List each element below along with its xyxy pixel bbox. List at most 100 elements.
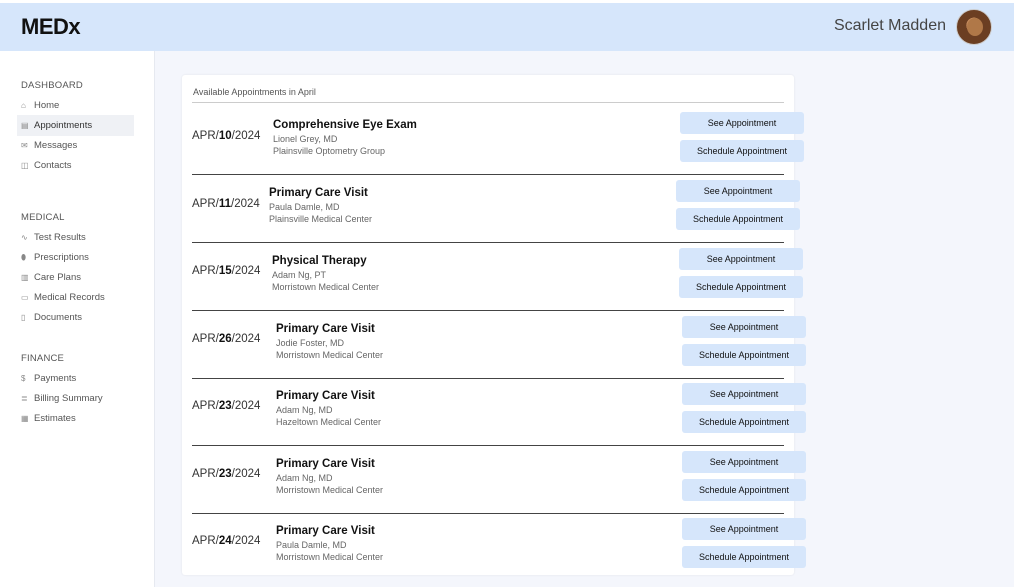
sidebar-item-test-results[interactable]: ∿ Test Results <box>17 227 134 248</box>
appointment-info: Primary Care Visit Jodie Foster, MD Morris… <box>276 323 383 361</box>
sidebar-item-messages[interactable]: ✉ Messages <box>17 135 134 156</box>
date-month: APR/ <box>192 400 219 412</box>
date-month: APR/ <box>192 265 219 277</box>
appointment-info: Comprehensive Eye Exam Lionel Grey, MD Pla… <box>273 119 417 157</box>
sidebar-item-prescriptions[interactable]: ⬮ Prescriptions <box>17 247 134 268</box>
see-appointment-button[interactable]: See Appointment <box>680 112 804 134</box>
date-year: /2024 <box>231 535 261 547</box>
row-divider <box>192 310 784 311</box>
date-year: /2024 <box>231 468 261 480</box>
appointment-info: Physical Therapy Adam Ng, PT Morristown Me… <box>272 255 379 293</box>
sidebar-item-documents[interactable]: ▯ Documents <box>17 307 134 328</box>
appointment-doctor: Jodie Foster, MD <box>276 338 345 348</box>
pill-icon: ⬮ <box>21 252 27 262</box>
date-day: 23 <box>218 468 232 480</box>
sidebar-item-home[interactable]: ⌂ Home <box>17 95 134 116</box>
sidebar-item-payments[interactable]: $ Payments <box>17 368 134 389</box>
sidebar-item-label: Payments <box>34 373 77 384</box>
row-divider <box>192 445 784 446</box>
sidebar-section-finance: FINANCE <box>21 353 65 364</box>
appointment-title: Comprehensive Eye Exam <box>273 119 417 131</box>
schedule-appointment-button[interactable]: Schedule Appointment <box>676 208 800 230</box>
sidebar-item-label: Documents <box>34 312 83 323</box>
appointment-location: Hazeltown Medical Center <box>276 417 382 427</box>
see-appointment-button[interactable]: See Appointment <box>679 248 803 270</box>
sidebar-item-label: Care Plans <box>34 272 81 283</box>
date-month: APR/ <box>192 333 219 345</box>
row-divider <box>192 378 784 379</box>
home-icon: ⌂ <box>21 101 26 110</box>
see-appointment-button[interactable]: See Appointment <box>682 518 806 540</box>
appointment-info: Primary Care Visit Paula Damle, MD Plainsv… <box>269 187 372 225</box>
appointment-location: Morristown Medical Center <box>276 485 384 495</box>
appointments-card: Available Appointments in April APR/10/2… <box>182 75 806 575</box>
appointment-location: Morristown Medical Center <box>272 282 380 292</box>
appointment-info: Primary Care Visit Adam Ng, MD Hazeltown M… <box>276 390 381 428</box>
sidebar-item-estimates[interactable]: ▦ Estimates <box>17 408 134 429</box>
sidebar-item-label: Home <box>34 100 60 111</box>
appointment-date: APR/24/2024 <box>192 535 260 547</box>
card-title: Available Appointments in April <box>193 87 316 97</box>
schedule-appointment-button[interactable]: Schedule Appointment <box>682 411 806 433</box>
appointment-date: APR/26/2024 <box>192 333 260 345</box>
see-appointment-button[interactable]: See Appointment <box>682 451 806 473</box>
user-name[interactable]: Scarlet Madden <box>834 17 946 35</box>
row-divider <box>192 174 784 175</box>
sidebar-item-appointments[interactable]: ▤ Appointments <box>17 115 134 136</box>
schedule-appointment-button[interactable]: Schedule Appointment <box>682 546 806 568</box>
document-icon: ▯ <box>21 313 26 322</box>
appointment-info: Primary Care Visit Paula Damle, MD Morrist… <box>276 525 383 563</box>
folder-icon: ▭ <box>21 293 29 302</box>
sidebar-item-medical-records[interactable]: ▭ Medical Records <box>17 287 134 308</box>
schedule-appointment-button[interactable]: Schedule Appointment <box>680 140 804 162</box>
schedule-appointment-button[interactable]: Schedule Appointment <box>682 344 806 366</box>
mail-icon: ✉ <box>21 141 28 150</box>
schedule-appointment-button[interactable]: Schedule Appointment <box>682 479 806 501</box>
date-year: /2024 <box>231 265 261 277</box>
appointment-date: APR/11/2024 <box>192 198 260 210</box>
date-day: 15 <box>218 265 232 277</box>
schedule-appointment-button[interactable]: Schedule Appointment <box>679 276 803 298</box>
see-appointment-button[interactable]: See Appointment <box>682 383 806 405</box>
sidebar-item-label: Billing Summary <box>34 393 103 404</box>
date-day: 10 <box>218 130 232 142</box>
appointment-doctor: Paula Damle, MD <box>276 540 347 550</box>
see-appointment-button[interactable]: See Appointment <box>676 180 800 202</box>
avatar[interactable] <box>956 9 992 45</box>
row-divider <box>192 242 784 243</box>
sidebar-section-dashboard: DASHBOARD <box>21 80 83 91</box>
sidebar-item-contacts[interactable]: ◫ Contacts <box>17 155 134 176</box>
appointment-title: Primary Care Visit <box>269 187 368 199</box>
date-year: /2024 <box>231 198 260 210</box>
sidebar-section-medical: MEDICAL <box>21 212 65 223</box>
date-month: APR/ <box>192 468 219 480</box>
appointment-info: Primary Care Visit Adam Ng, MD Morristown … <box>276 458 383 496</box>
sidebar-item-label: Appointments <box>34 120 93 131</box>
appointment-date: APR/15/2024 <box>192 265 260 277</box>
see-appointment-button[interactable]: See Appointment <box>682 316 806 338</box>
appointment-doctor: Paula Damle, MD <box>269 202 340 212</box>
appointment-location: Morristown Medical Center <box>276 350 384 360</box>
date-month: APR/ <box>192 198 219 210</box>
date-year: /2024 <box>231 333 261 345</box>
date-day: 23 <box>218 400 232 412</box>
calendar-icon: ▤ <box>21 121 29 130</box>
sidebar-item-care-plans[interactable]: ▥ Care Plans <box>17 267 134 288</box>
sidebar-item-billing-summary[interactable]: ≣ Billing Summary <box>17 388 134 409</box>
sidebar-item-label: Messages <box>34 140 78 151</box>
appointment-doctor: Adam Ng, MD <box>276 405 333 415</box>
app-logo[interactable]: MEDx <box>21 14 81 40</box>
appointment-location: Plainsville Optometry Group <box>273 146 386 156</box>
appointment-title: Physical Therapy <box>272 255 367 267</box>
appointment-title: Primary Care Visit <box>276 323 375 335</box>
appointment-location: Morristown Medical Center <box>276 552 384 562</box>
sidebar-item-label: Test Results <box>34 232 86 243</box>
appointment-title: Primary Care Visit <box>276 390 375 402</box>
sidebar-item-label: Estimates <box>34 413 76 424</box>
appointment-location: Plainsville Medical Center <box>269 214 373 224</box>
title-divider <box>192 102 784 103</box>
appointment-title: Primary Care Visit <box>276 458 375 470</box>
sidebar: DASHBOARD ⌂ Home ▤ Appointments ✉ Messages ◫ Con… <box>0 51 155 587</box>
pulse-icon: ∿ <box>21 233 28 242</box>
calculator-icon: ▦ <box>21 414 29 423</box>
